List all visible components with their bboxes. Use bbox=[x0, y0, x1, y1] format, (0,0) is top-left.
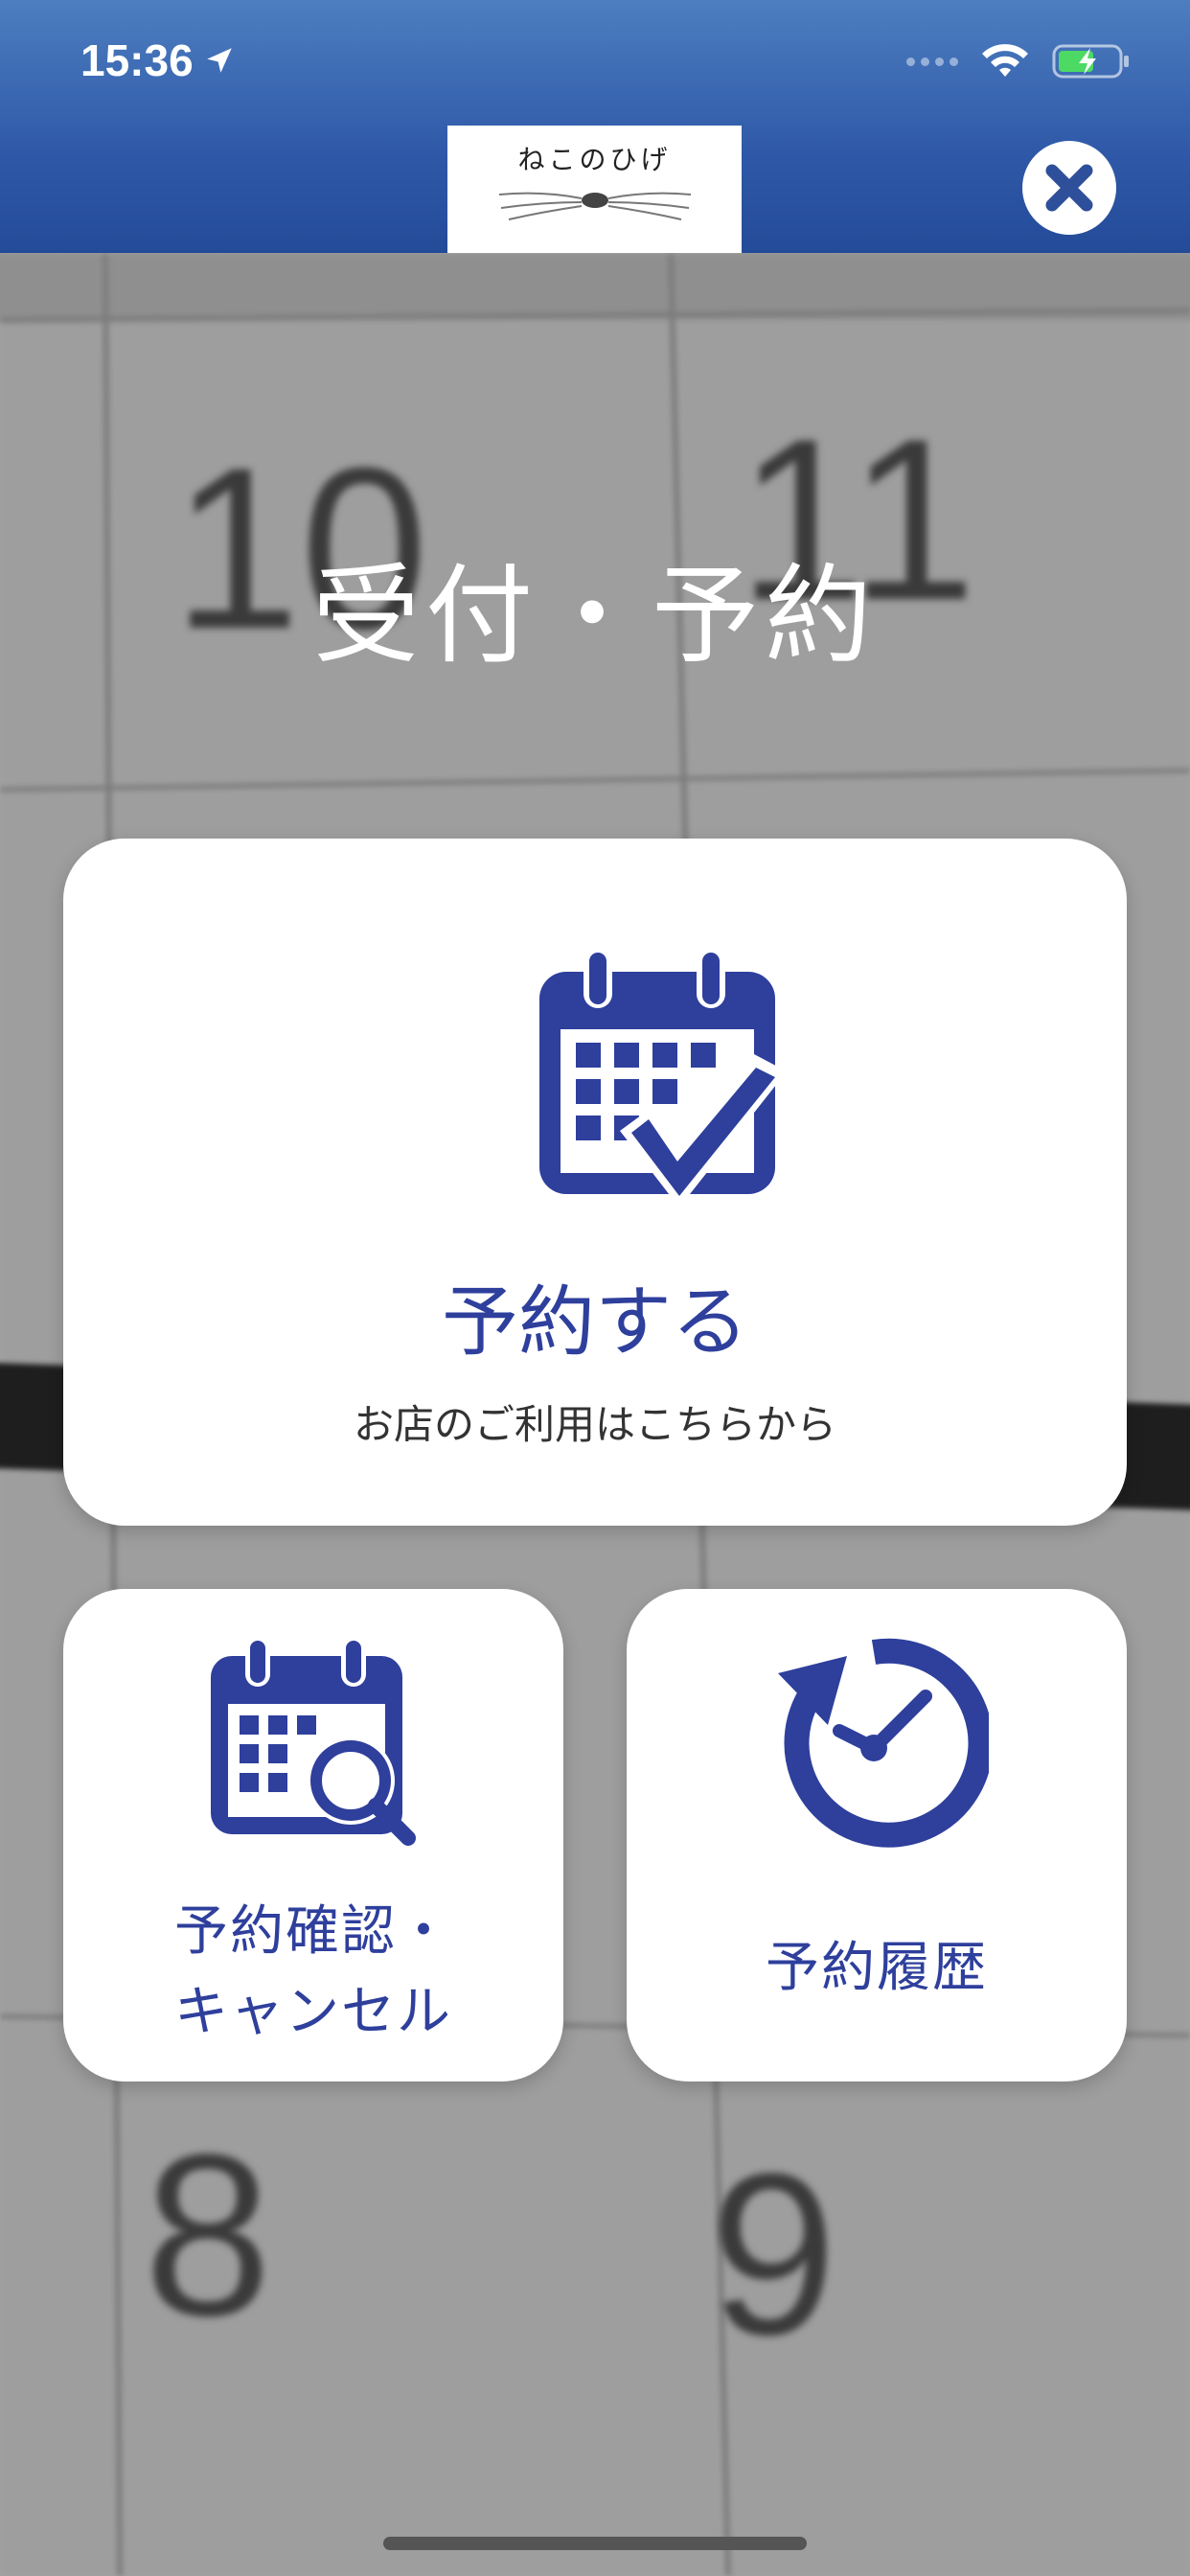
home-indicator[interactable] bbox=[383, 2537, 807, 2550]
confirm-label-line2: キャンセル bbox=[174, 1981, 452, 2043]
close-icon bbox=[1045, 164, 1093, 212]
status-bar-time: 15:36 bbox=[80, 34, 236, 86]
history-label: 予約履歴 bbox=[766, 1937, 988, 1999]
battery-charging-icon bbox=[1052, 44, 1129, 79]
reserve-label: 予約する bbox=[442, 1277, 748, 1367]
confirm-cancel-card[interactable]: 予約確認・ キャンセル bbox=[63, 1589, 563, 2082]
signal-dots-icon bbox=[906, 57, 958, 66]
calendar-check-icon bbox=[539, 949, 787, 1208]
reserve-sublabel: お店のご利用はこちらから bbox=[353, 1401, 836, 1448]
location-arrow-icon bbox=[206, 48, 232, 73]
cat-whiskers-icon bbox=[498, 192, 691, 220]
time-label: 15:36 bbox=[80, 35, 194, 85]
calendar-number: 8 bbox=[144, 2106, 272, 2363]
shop-logo: ねこのひげ bbox=[447, 126, 742, 253]
confirm-label-line1: 予約確認・ bbox=[174, 1900, 452, 1963]
page-title: 受付・予約 bbox=[312, 554, 878, 678]
history-card[interactable]: 予約履歴 bbox=[627, 1589, 1127, 2082]
wifi-icon bbox=[982, 44, 1028, 77]
calendar-search-icon bbox=[211, 1637, 416, 1846]
close-button[interactable] bbox=[1022, 141, 1116, 235]
logo-text: ねこのひげ bbox=[517, 144, 672, 175]
status-icons bbox=[906, 42, 1133, 80]
history-clock-icon bbox=[778, 1638, 989, 1848]
app-header: 15:36 ねこのひげ bbox=[0, 0, 1190, 253]
calendar-number: 9 bbox=[709, 2126, 837, 2382]
reserve-card[interactable]: 予約する お店のご利用はこちらから bbox=[63, 839, 1127, 1526]
